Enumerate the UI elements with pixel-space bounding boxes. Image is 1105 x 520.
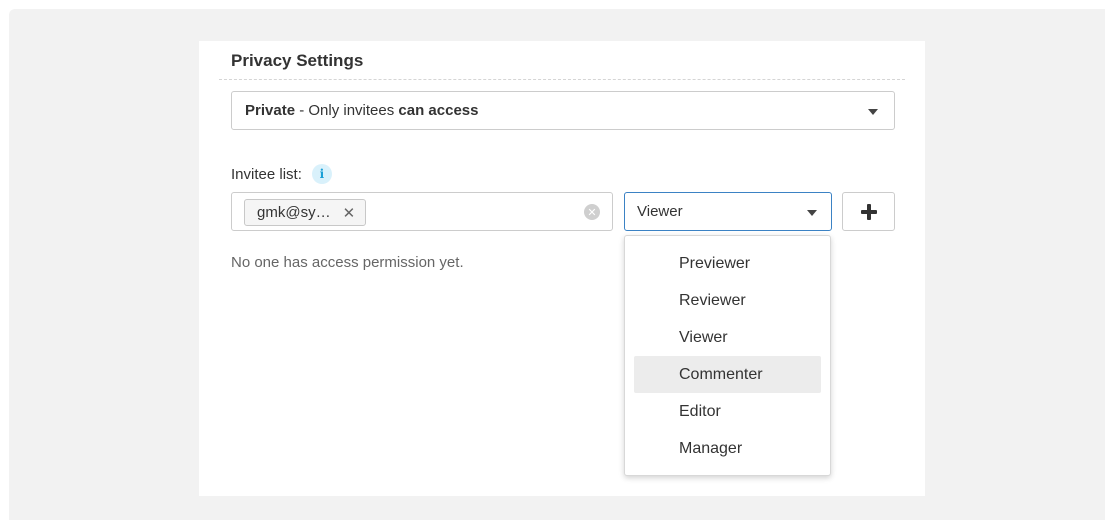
section-title: Privacy Settings [231,51,364,70]
invitee-chip-label: gmk@sy… [257,204,331,221]
role-option-previewer[interactable]: Previewer [634,245,821,282]
role-option-editor[interactable]: Editor [634,393,821,430]
privacy-level-description: - Only invitees [295,102,399,119]
title-divider [219,79,905,80]
role-option-manager[interactable]: Manager [634,430,821,467]
privacy-level-emphasis: can access [398,102,479,119]
empty-permission-message: No one has access permission yet. [231,254,464,271]
role-dropdown-menu: Previewer Reviewer Viewer Commenter Edit… [624,235,831,476]
clear-input-icon[interactable]: ✕ [584,204,600,220]
role-option-reviewer[interactable]: Reviewer [634,282,821,319]
role-select[interactable]: Viewer [624,192,832,231]
role-option-viewer[interactable]: Viewer [634,319,821,356]
role-option-commenter[interactable]: Commenter [634,356,821,393]
invitee-input[interactable]: gmk@sy… ✕ ✕ [231,192,613,231]
add-invitee-button[interactable] [842,192,895,231]
privacy-level-name: Private [245,102,296,119]
chevron-down-icon [807,210,817,216]
info-icon[interactable]: i [311,164,332,184]
invitee-chip[interactable]: gmk@sy… ✕ [244,199,367,226]
privacy-level-select[interactable]: Private - Only invitees can access [231,91,895,130]
close-icon[interactable]: ✕ [343,204,356,222]
privacy-select-value: Private - Only invitees can access [245,102,479,119]
invitee-list-label: Invitee list: i [231,164,332,184]
chevron-down-icon [868,109,878,115]
plus-icon [860,203,877,220]
role-select-value: Viewer [637,203,683,220]
invitee-list-label-text: Invitee list: [231,165,302,183]
